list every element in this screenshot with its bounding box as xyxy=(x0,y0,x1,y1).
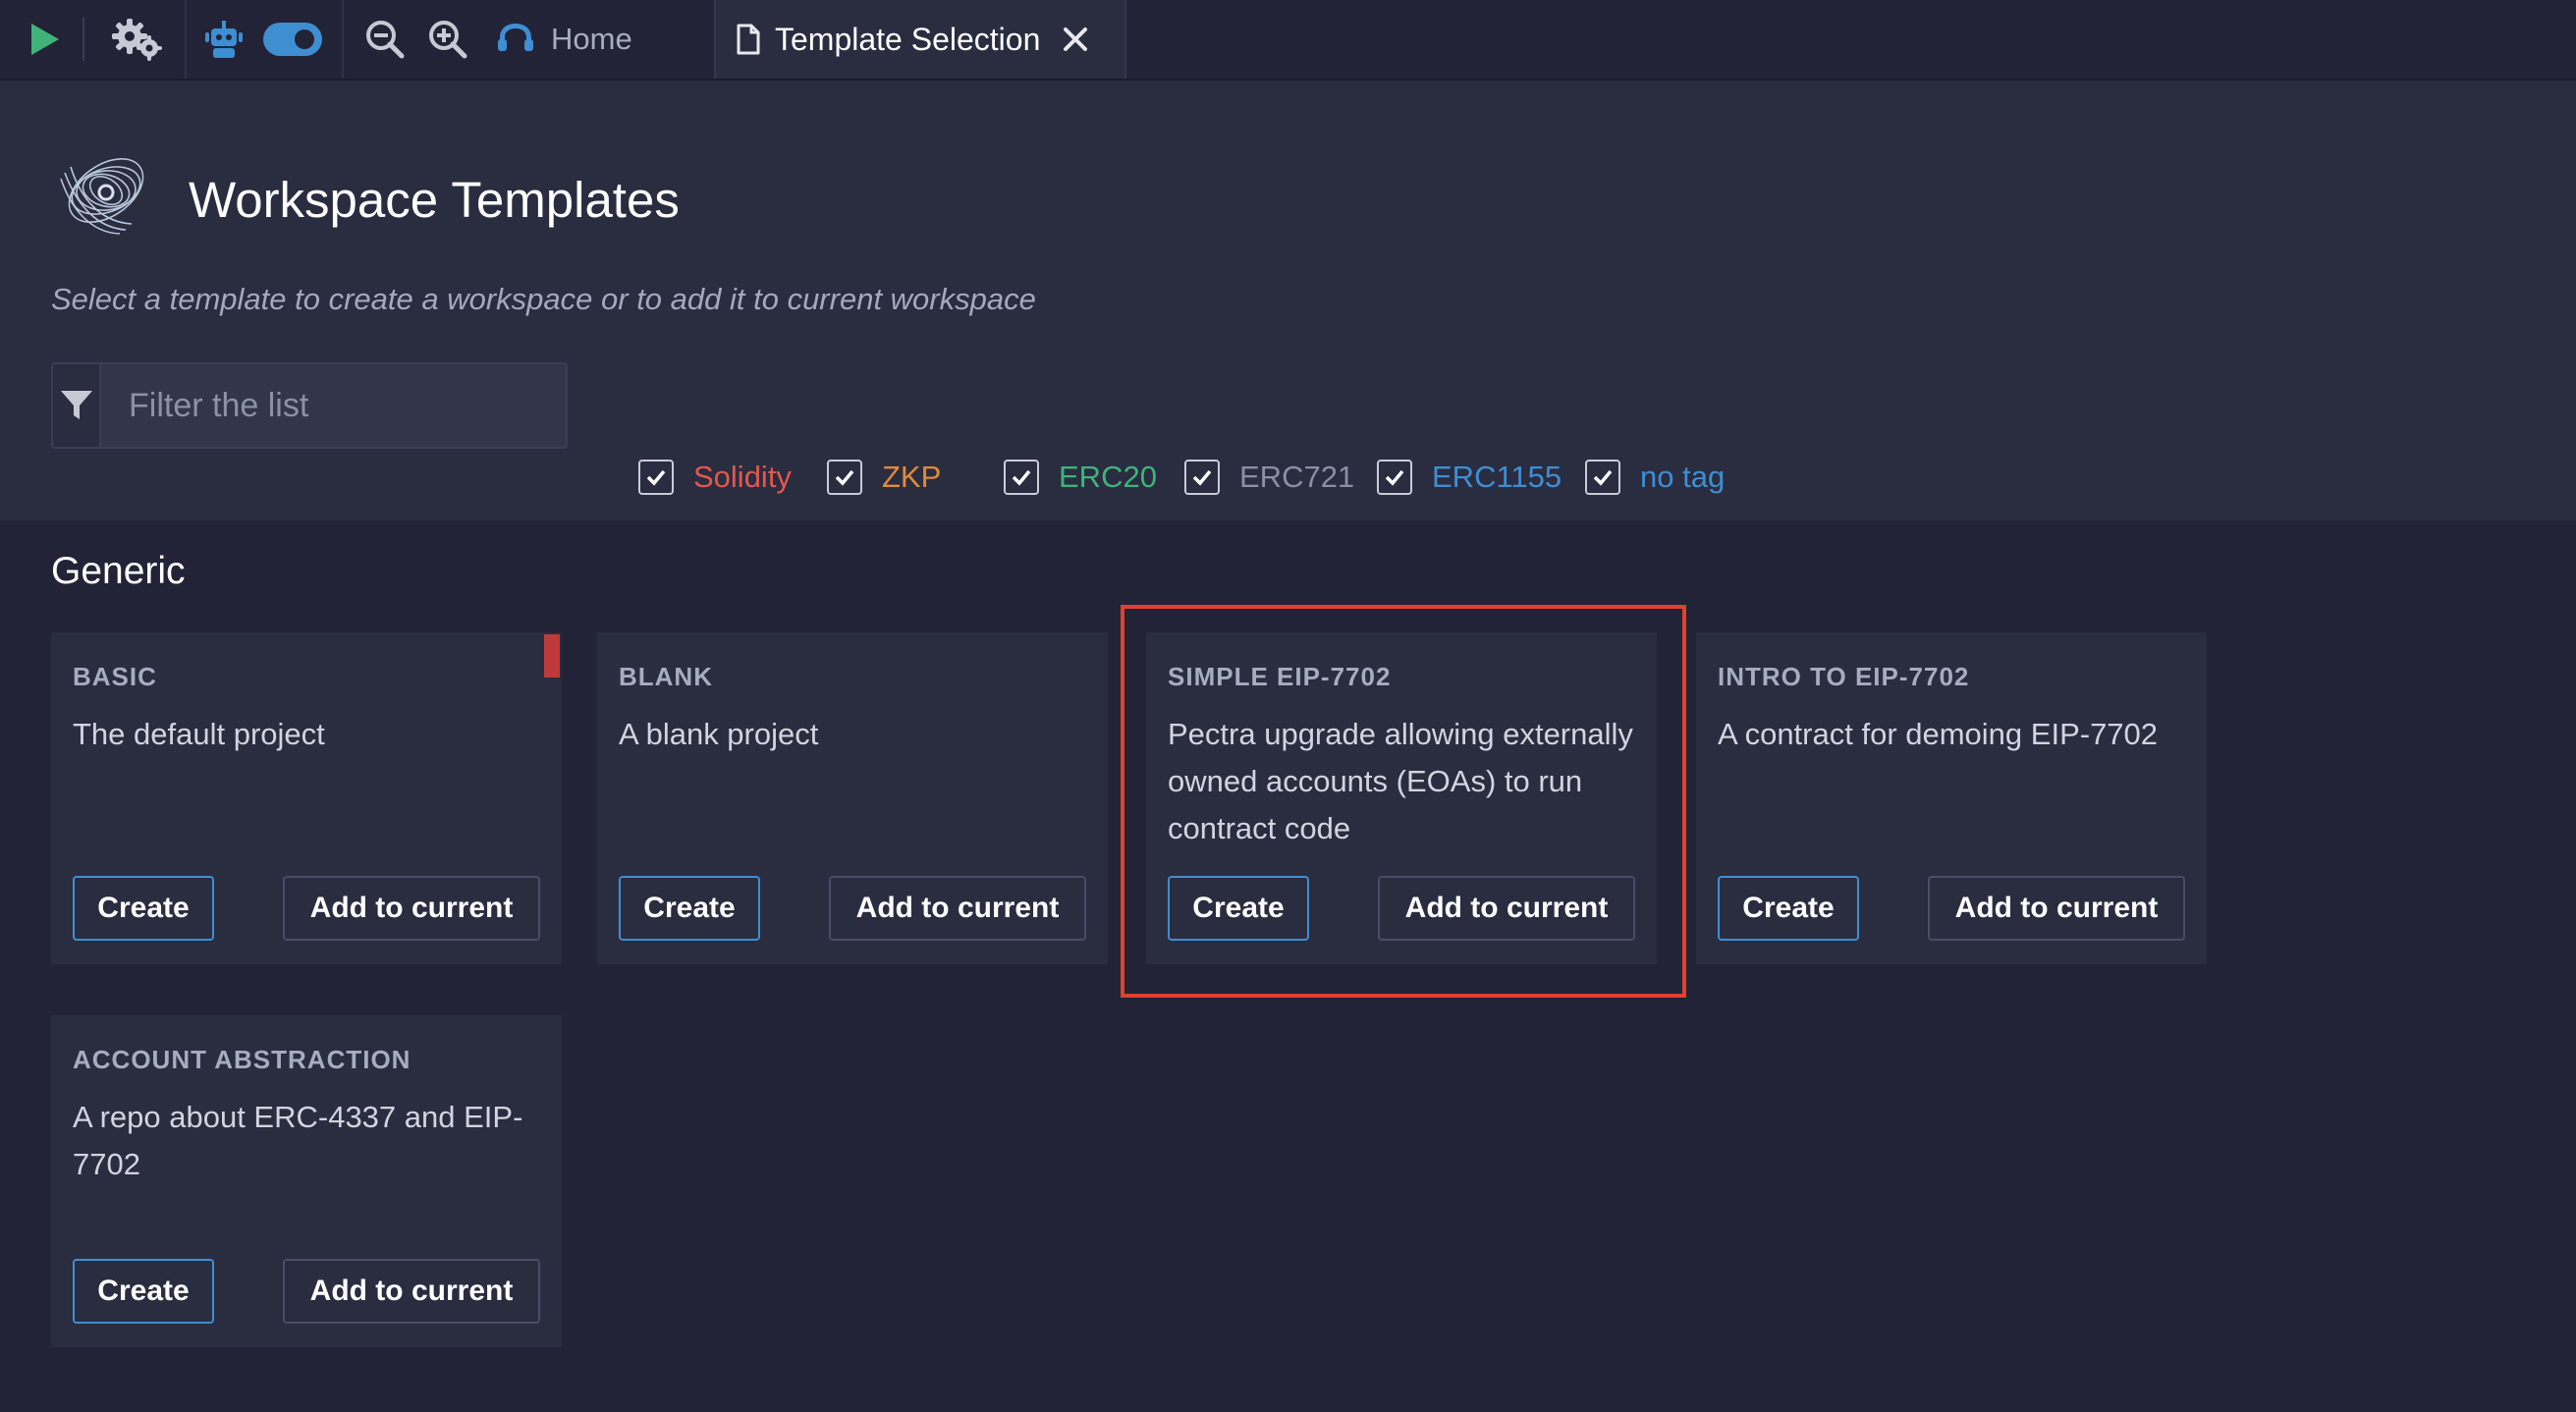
create-button[interactable]: Create xyxy=(619,876,760,941)
tag-label: no tag xyxy=(1640,460,1726,494)
play-icon[interactable] xyxy=(20,18,69,61)
toggle-icon[interactable] xyxy=(261,20,324,59)
card-description: The default project xyxy=(73,717,325,751)
add-to-current-button[interactable]: Add to current xyxy=(1928,876,2185,941)
template-card-account-abstraction: ACCOUNT ABSTRACTION A repo about ERC-433… xyxy=(51,1015,562,1347)
add-to-current-button[interactable]: Add to current xyxy=(283,1259,540,1324)
toolbar-divider xyxy=(82,18,84,61)
filter-box xyxy=(51,362,568,449)
close-icon[interactable] xyxy=(1062,26,1089,53)
add-to-current-button[interactable]: Add to current xyxy=(283,876,540,941)
card-title: INTRO TO EIP-7702 xyxy=(1718,662,1970,691)
tag-checkbox[interactable] xyxy=(1184,460,1220,495)
template-card-blank: BLANK A blank project Create Add to curr… xyxy=(597,632,1108,964)
card-title: BLANK xyxy=(619,662,713,691)
tag-filter-erc20[interactable]: ERC20 xyxy=(1004,460,1157,495)
add-to-current-button[interactable]: Add to current xyxy=(829,876,1086,941)
card-badge xyxy=(544,634,560,678)
remix-logo-icon xyxy=(496,20,535,60)
tab-template-selection[interactable]: Template Selection xyxy=(714,0,1126,79)
create-button[interactable]: Create xyxy=(1168,876,1309,941)
remix-swirl-logo xyxy=(51,139,155,248)
tag-checkbox[interactable] xyxy=(638,460,674,495)
top-toolbar: Home Template Selection xyxy=(0,0,2576,81)
tag-filter-solidity[interactable]: Solidity xyxy=(638,460,792,495)
zoom-in-icon[interactable] xyxy=(424,16,471,63)
card-description: A contract for demoing EIP-7702 xyxy=(1718,717,2159,751)
tag-filter-erc721[interactable]: ERC721 xyxy=(1184,460,1354,495)
create-button[interactable]: Create xyxy=(73,1259,214,1324)
tab-template-selection-label: Template Selection xyxy=(775,21,1041,57)
add-to-current-button[interactable]: Add to current xyxy=(1378,876,1635,941)
page-subtitle: Select a template to create a workspace … xyxy=(51,282,1036,316)
tab-home-label: Home xyxy=(551,22,632,56)
tag-checkbox[interactable] xyxy=(1004,460,1039,495)
create-button[interactable]: Create xyxy=(73,876,214,941)
tag-label: Solidity xyxy=(693,460,792,494)
tag-filter-erc1155[interactable]: ERC1155 xyxy=(1377,460,1562,495)
tag-label: ERC20 xyxy=(1059,460,1157,494)
card-description: Pectra upgrade allowing externally owned… xyxy=(1168,717,1633,845)
toolbar-divider xyxy=(185,0,187,79)
tag-label: ERC721 xyxy=(1239,460,1355,494)
create-button[interactable]: Create xyxy=(1718,876,1859,941)
tag-label: ERC1155 xyxy=(1432,460,1562,494)
template-card-basic: BASIC The default project Create Add to … xyxy=(51,632,562,964)
card-title: SIMPLE EIP-7702 xyxy=(1168,662,1392,691)
filter-icon[interactable] xyxy=(53,364,101,447)
filter-input[interactable] xyxy=(101,364,566,447)
tag-checkbox[interactable] xyxy=(1585,460,1620,495)
section-title-generic: Generic xyxy=(51,550,186,592)
page-title: Workspace Templates xyxy=(189,172,680,228)
zoom-out-icon[interactable] xyxy=(361,16,409,63)
file-icon xyxy=(736,24,761,55)
tag-filter-zkp[interactable]: ZKP xyxy=(827,460,941,495)
template-card-simple-eip-7702: SIMPLE EIP-7702 Pectra upgrade allowing … xyxy=(1146,632,1657,964)
tag-checkbox[interactable] xyxy=(1377,460,1412,495)
settings-gears-icon[interactable] xyxy=(108,14,167,65)
card-description: A blank project xyxy=(619,717,819,751)
templates-header: Workspace Templates Select a template to… xyxy=(0,81,2576,520)
template-card-intro-to-eip-7702: INTRO TO EIP-7702 A contract for demoing… xyxy=(1696,632,2207,964)
tag-filter-no-tag[interactable]: no tag xyxy=(1585,460,1725,495)
toolbar-divider xyxy=(342,0,344,79)
card-title: ACCOUNT ABSTRACTION xyxy=(73,1045,411,1074)
tab-home[interactable]: Home xyxy=(496,0,632,79)
robot-icon[interactable] xyxy=(200,16,247,63)
tag-checkbox[interactable] xyxy=(827,460,862,495)
tag-label: ZKP xyxy=(882,460,942,494)
card-description: A repo about ERC-4337 and EIP-7702 xyxy=(73,1100,523,1181)
card-title: BASIC xyxy=(73,662,157,691)
